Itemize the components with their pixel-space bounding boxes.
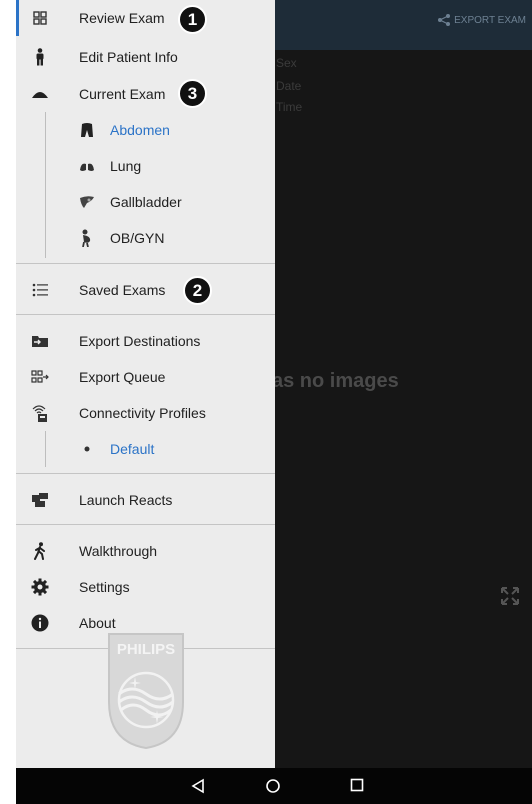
gear-icon — [31, 578, 49, 596]
menu-item-label: Settings — [79, 579, 130, 595]
subitem-gallbladder[interactable]: Gallbladder — [16, 184, 275, 220]
list-icon — [31, 281, 49, 299]
menu-item-label: Export Destinations — [79, 333, 201, 349]
subitem-abdomen[interactable]: Abdomen — [16, 112, 275, 148]
menu-item-settings[interactable]: Settings — [16, 569, 275, 605]
system-nav-bar — [16, 768, 532, 804]
walking-icon — [31, 542, 49, 560]
divider — [16, 263, 275, 264]
logo-text: PHILIPS — [117, 641, 175, 658]
reacts-icon — [31, 491, 49, 509]
menu-item-label: About — [79, 615, 116, 631]
empty-message: as no images — [272, 370, 399, 392]
menu-item-launch-reacts[interactable]: Launch Reacts — [16, 482, 275, 518]
export-exam-label: EXPORT EXAM — [454, 14, 526, 26]
divider — [16, 524, 275, 525]
fullscreen-icon[interactable] — [500, 586, 520, 606]
subitem-label: OB/GYN — [110, 230, 165, 246]
menu-item-label: Current Exam — [79, 86, 166, 102]
divider — [16, 314, 275, 315]
recents-icon[interactable] — [350, 778, 364, 792]
subitem-lung[interactable]: Lung — [16, 148, 275, 184]
menu-item-edit-patient-info[interactable]: Edit Patient Info — [16, 39, 275, 75]
menu-item-label: Review Exam — [79, 10, 165, 26]
meta-sex: Sex — [276, 56, 297, 70]
callout-badge-1: 1 — [178, 5, 207, 34]
menu-item-label: Connectivity Profiles — [79, 405, 206, 421]
menu-item-label: Walkthrough — [79, 543, 158, 559]
callout-badge-3: 3 — [178, 79, 207, 108]
folder-export-icon — [31, 332, 49, 350]
menu-item-current-exam[interactable]: Current Exam — [16, 76, 275, 112]
menu-item-label: Launch Reacts — [79, 492, 173, 508]
export-exam-button[interactable]: EXPORT EXAM — [437, 14, 526, 26]
menu-item-walkthrough[interactable]: Walkthrough — [16, 533, 275, 569]
liver-icon — [78, 193, 96, 211]
subitem-label: Abdomen — [110, 122, 170, 138]
meta-date: Date — [276, 79, 302, 93]
menu-item-label: Saved Exams — [79, 282, 166, 298]
menu-item-review-exam[interactable]: Review Exam — [16, 0, 275, 36]
menu-item-export-destinations[interactable]: Export Destinations — [16, 323, 275, 359]
divider — [16, 473, 275, 474]
menu-item-export-queue[interactable]: Export Queue — [16, 359, 275, 395]
pregnancy-icon — [78, 229, 96, 247]
share-icon — [438, 14, 451, 26]
subitem-label: Default — [110, 441, 155, 457]
lungs-icon — [78, 157, 96, 175]
info-icon — [31, 614, 49, 632]
probe-icon — [31, 85, 49, 103]
menu-item-connectivity-profiles[interactable]: Connectivity Profiles — [16, 395, 275, 431]
subitem-default[interactable]: Default — [16, 431, 275, 467]
wifi-device-icon — [31, 404, 49, 422]
home-icon[interactable] — [265, 778, 281, 794]
person-icon — [31, 48, 49, 66]
bullet-icon — [78, 440, 96, 458]
back-icon[interactable] — [191, 778, 205, 794]
philips-logo: PHILIPS — [108, 633, 184, 750]
subitem-label: Lung — [110, 158, 142, 174]
subitem-ob-gyn[interactable]: OB/GYN — [16, 220, 275, 256]
queue-icon — [31, 368, 49, 386]
menu-item-label: Export Queue — [79, 369, 166, 385]
callout-badge-2: 2 — [183, 276, 212, 305]
navigation-drawer: Review Exam Edit Patient Info Current Ex… — [16, 0, 275, 768]
subitem-label: Gallbladder — [110, 194, 182, 210]
torso-icon — [78, 121, 96, 139]
meta-time: Time — [276, 100, 303, 114]
grid-icon — [31, 9, 49, 27]
menu-item-saved-exams[interactable]: Saved Exams — [16, 272, 275, 308]
menu-item-label: Edit Patient Info — [79, 49, 178, 65]
